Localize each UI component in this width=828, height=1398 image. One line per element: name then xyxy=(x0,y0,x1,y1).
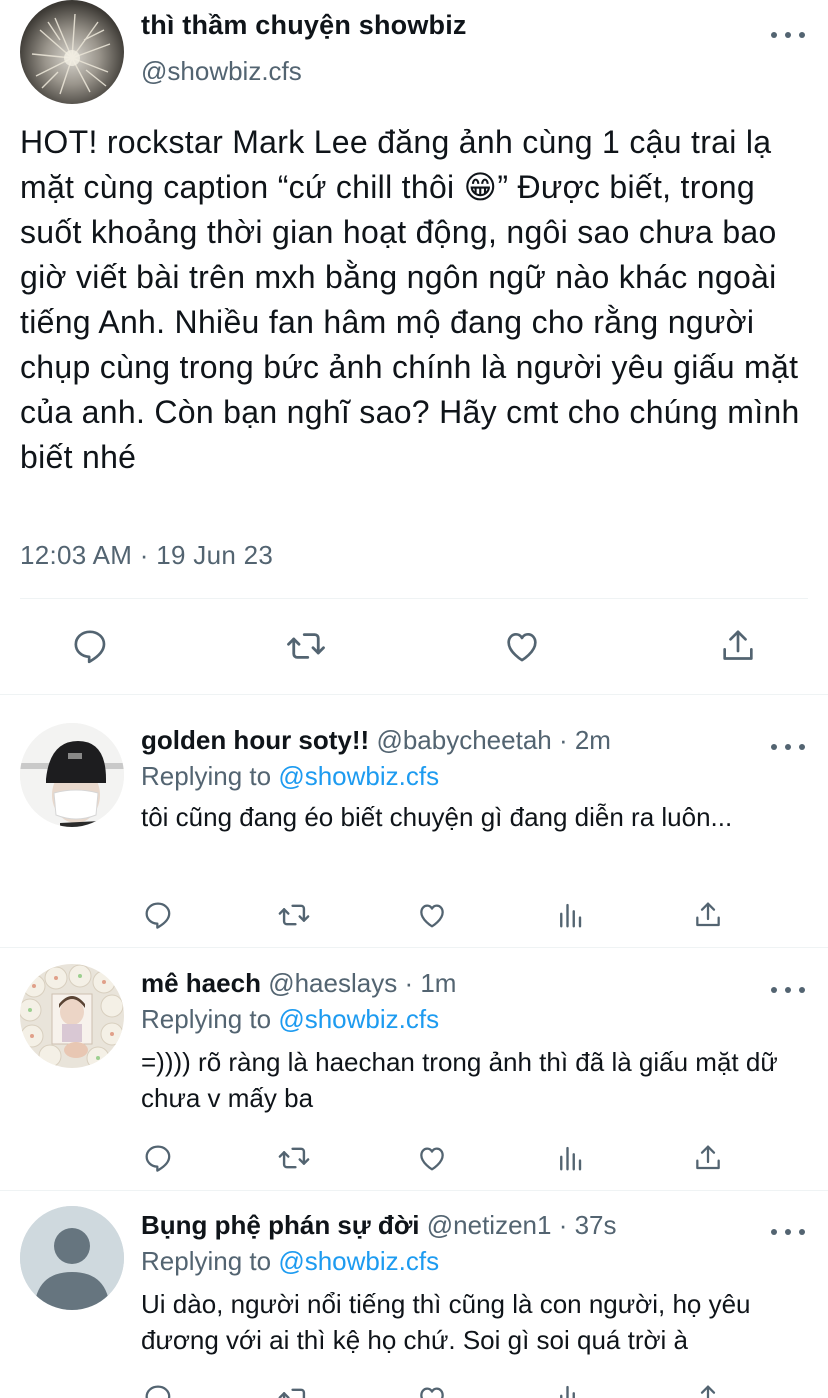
avatar-image xyxy=(31,13,111,95)
main-avatar[interactable] xyxy=(20,0,124,104)
more-icon[interactable] xyxy=(771,25,805,45)
reply-tweet[interactable]: Bụng phệ phán sự đời @netizen1 · 37s Rep… xyxy=(0,1180,828,1398)
reply-time[interactable]: · 1m xyxy=(404,968,456,998)
analytics-icon[interactable] xyxy=(552,1140,588,1176)
main-tweet: thì thầm chuyện showbiz @showbiz.cfs HOT… xyxy=(0,0,828,694)
retweet-icon[interactable] xyxy=(276,897,312,933)
replying-to-link[interactable]: @showbiz.cfs xyxy=(278,761,439,791)
reply-text: =)))) rõ ràng là haechan trong ảnh thì đ… xyxy=(141,1047,778,1113)
like-icon[interactable] xyxy=(414,1140,450,1176)
handle[interactable]: @showbiz.cfs xyxy=(141,56,302,87)
share-icon[interactable] xyxy=(690,897,726,933)
like-icon[interactable] xyxy=(500,624,544,668)
reply-handle[interactable]: @netizen1 xyxy=(427,1210,552,1240)
reply-handle[interactable]: @haeslays xyxy=(268,968,397,998)
reply-avatar[interactable] xyxy=(20,1206,124,1310)
reply-icon[interactable] xyxy=(140,897,176,933)
display-name[interactable]: thì thầm chuyện showbiz xyxy=(141,10,467,41)
reply-text: Ui dào, người nổi tiếng thì cũng là con … xyxy=(141,1289,751,1355)
replying-to-link[interactable]: @showbiz.cfs xyxy=(278,1004,439,1034)
reply-time[interactable]: · 37s xyxy=(559,1210,617,1240)
avatar-image xyxy=(20,723,124,827)
tweet-text: HOT! rockstar Mark Lee đăng ảnh cùng 1 c… xyxy=(20,124,800,475)
reply-icon[interactable] xyxy=(140,1140,176,1176)
analytics-icon[interactable] xyxy=(552,897,588,933)
replying-to: Replying to @showbiz.cfs xyxy=(141,1246,439,1277)
retweet-icon[interactable] xyxy=(276,1382,312,1398)
replying-to: Replying to @showbiz.cfs xyxy=(141,761,439,792)
replying-to-label: Replying to xyxy=(141,1246,279,1276)
reply-tweet[interactable]: mê haech @haeslays · 1m Replying to @sho… xyxy=(0,938,828,1190)
reply-icon[interactable] xyxy=(140,1382,176,1398)
reply-tweet[interactable]: golden hour soty!! @babycheetah · 2m Rep… xyxy=(0,695,828,947)
reply-header: golden hour soty!! @babycheetah · 2m xyxy=(141,725,611,756)
like-icon[interactable] xyxy=(414,1382,450,1398)
reply-header: mê haech @haeslays · 1m xyxy=(141,968,456,999)
replying-to-label: Replying to xyxy=(141,761,279,791)
replying-to-label: Replying to xyxy=(141,1004,279,1034)
default-avatar-icon xyxy=(20,1206,124,1310)
retweet-icon[interactable] xyxy=(284,624,328,668)
like-icon[interactable] xyxy=(414,897,450,933)
retweet-icon[interactable] xyxy=(276,1140,312,1176)
reply-avatar[interactable] xyxy=(20,964,124,1068)
more-icon[interactable] xyxy=(771,1222,805,1242)
share-icon[interactable] xyxy=(690,1140,726,1176)
reply-handle[interactable]: @babycheetah xyxy=(376,725,551,755)
replying-to-link[interactable]: @showbiz.cfs xyxy=(278,1246,439,1276)
more-icon[interactable] xyxy=(771,980,805,1000)
reply-display-name[interactable]: mê haech xyxy=(141,968,261,998)
share-icon[interactable] xyxy=(690,1382,726,1398)
reply-header: Bụng phệ phán sự đời @netizen1 · 37s xyxy=(141,1210,617,1241)
tweet-timestamp[interactable]: 12:03 AM · 19 Jun 23 xyxy=(20,540,273,571)
reply-display-name[interactable]: golden hour soty!! xyxy=(141,725,369,755)
share-icon[interactable] xyxy=(716,624,760,668)
divider xyxy=(20,598,808,599)
analytics-icon[interactable] xyxy=(552,1382,588,1398)
reply-icon[interactable] xyxy=(68,624,112,668)
reply-text: tôi cũng đang éo biết chuyện gì đang diễ… xyxy=(141,802,733,832)
avatar-image xyxy=(20,964,124,1068)
more-icon[interactable] xyxy=(771,737,805,757)
reply-display-name[interactable]: Bụng phệ phán sự đời xyxy=(141,1210,420,1240)
reply-time[interactable]: · 2m xyxy=(559,725,611,755)
replying-to: Replying to @showbiz.cfs xyxy=(141,1004,439,1035)
reply-avatar[interactable] xyxy=(20,723,124,827)
